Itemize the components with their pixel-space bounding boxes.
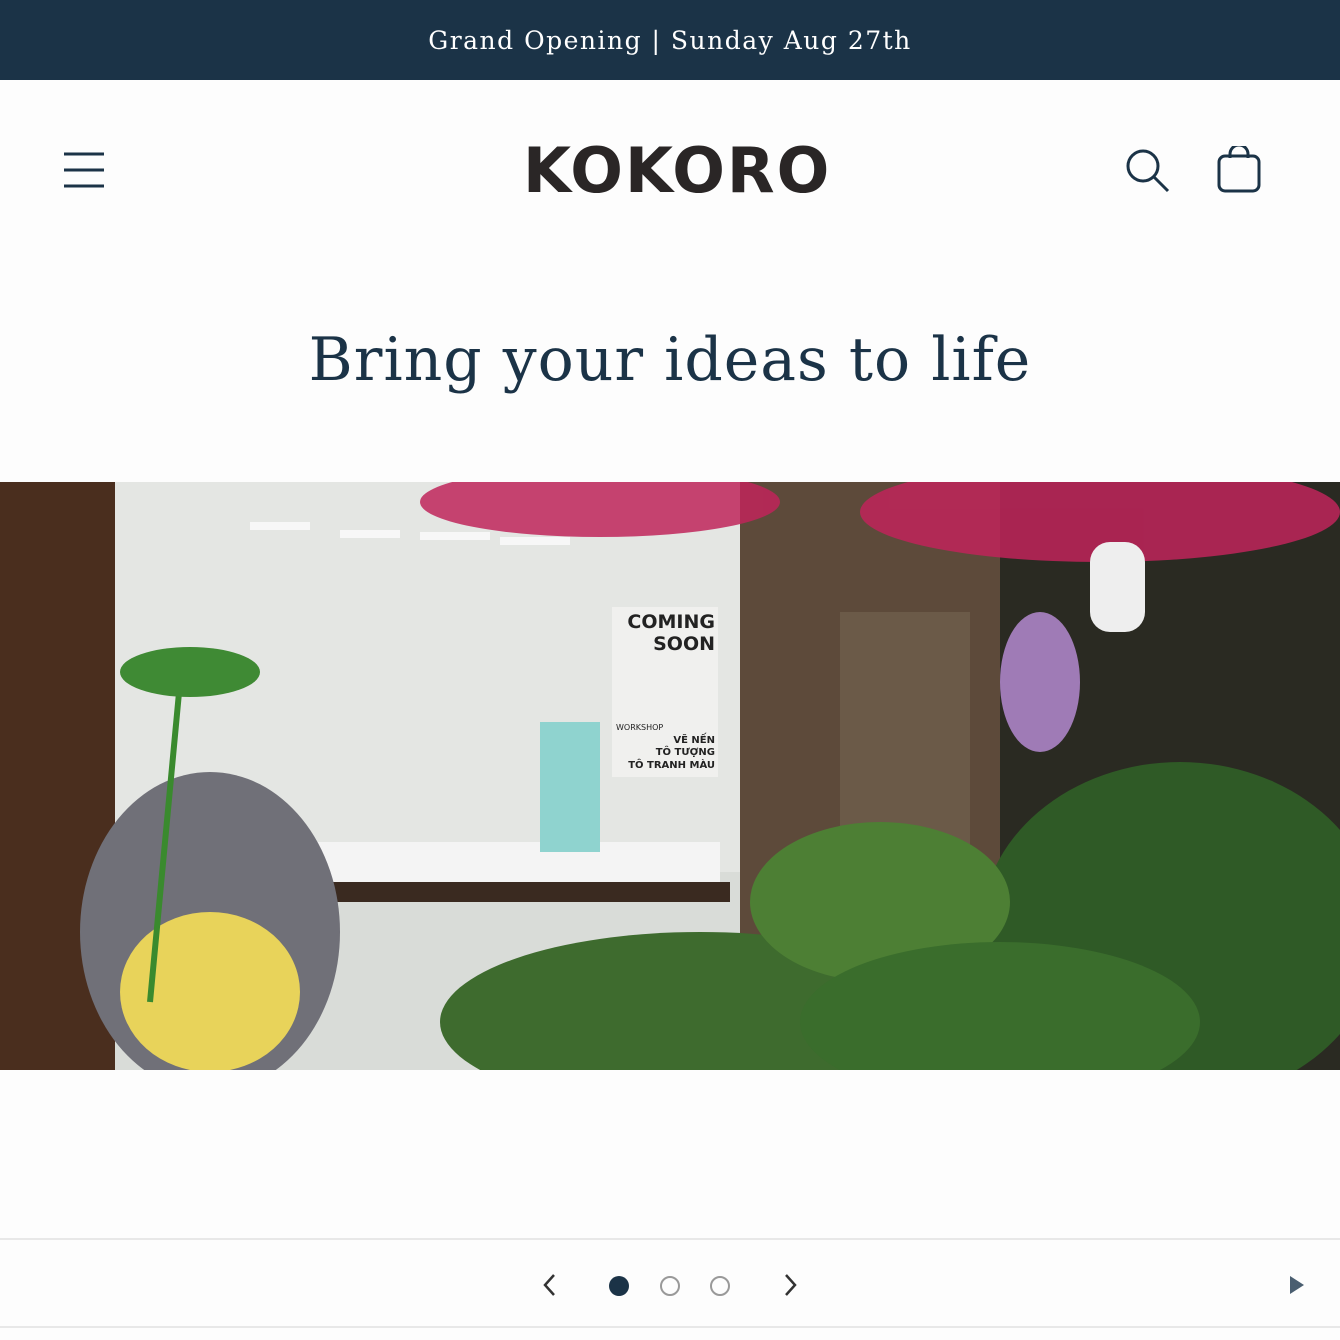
announcement-bar: Grand Opening | Sunday Aug 27th	[0, 0, 1340, 80]
menu-icon[interactable]	[62, 150, 106, 190]
logo[interactable]: KOKORO	[523, 138, 831, 204]
sign-line-1: VẼ NẾN	[673, 735, 715, 746]
play-icon[interactable]	[1288, 1274, 1306, 1296]
hero-image: COMING SOON WORKSHOP VẼ NẾN TÔ TƯỢNG TÔ …	[0, 482, 1340, 1070]
coming-soon-sign: COMING SOON WORKSHOP VẼ NẾN TÔ TƯỢNG TÔ …	[612, 607, 718, 777]
sign-workshop: WORKSHOP	[616, 723, 664, 732]
previous-slide-button[interactable]	[540, 1272, 560, 1298]
slide-dot-3[interactable]	[710, 1276, 730, 1296]
slideshow-controls	[0, 1238, 1340, 1328]
slide-dot-2[interactable]	[660, 1276, 680, 1296]
slide-dot-1[interactable]	[609, 1276, 629, 1296]
announcement-text: Grand Opening | Sunday Aug 27th	[428, 25, 912, 55]
sign-line-2: TÔ TƯỢNG	[655, 747, 715, 758]
sign-line-3: TÔ TRANH MÀU	[628, 760, 715, 771]
sign-coming-soon: COMING SOON	[627, 611, 715, 655]
hero-title: Bring your ideas to life	[308, 325, 1032, 395]
search-icon[interactable]	[1125, 148, 1171, 194]
next-slide-button[interactable]	[780, 1272, 800, 1298]
cart-icon[interactable]	[1216, 146, 1262, 194]
